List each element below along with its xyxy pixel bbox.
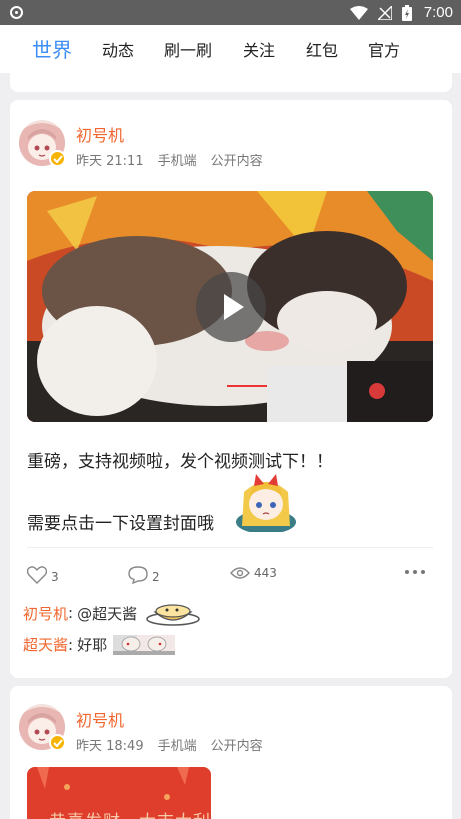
comment-text: @超天酱 bbox=[77, 604, 138, 623]
avatar[interactable] bbox=[19, 704, 66, 751]
views-indicator: 443 bbox=[230, 566, 277, 580]
heart-icon bbox=[27, 566, 47, 584]
post-image-text: 恭喜发财，大吉大利 bbox=[49, 807, 211, 819]
like-count: 3 bbox=[51, 570, 59, 584]
tab-world[interactable]: 世界 bbox=[32, 34, 72, 63]
emoji-sticker-image bbox=[113, 634, 176, 655]
post-visibility: 公开内容 bbox=[210, 739, 263, 754]
comment-text: 好耶 bbox=[77, 636, 108, 654]
tab-dynamics[interactable]: 动态 bbox=[102, 37, 134, 61]
play-icon[interactable] bbox=[196, 272, 266, 342]
comment-item[interactable]: 初号机 : @超天酱 bbox=[23, 600, 201, 626]
comment-bubble-icon bbox=[128, 566, 148, 584]
post-text-line-2: 需要点击一下设置封面哦 bbox=[27, 514, 214, 534]
post-card[interactable]: 初号机 昨天 21:11 手机端 公开内容 重磅，支持视频啦，发个视频测试下！！… bbox=[10, 100, 452, 678]
status-time: 7:00 bbox=[423, 4, 453, 21]
wifi-icon bbox=[349, 5, 368, 20]
post-time: 昨天 18:49 bbox=[76, 739, 144, 754]
comment-separator: : bbox=[68, 604, 74, 622]
post-device: 手机端 bbox=[157, 154, 197, 169]
anime-sticker-image bbox=[234, 468, 298, 534]
bowl-sticker-image bbox=[145, 600, 201, 626]
tab-follow[interactable]: 关注 bbox=[243, 37, 275, 61]
post-card[interactable]: 初号机 昨天 18:49 手机端 公开内容 恭喜发财，大吉大利 bbox=[10, 686, 452, 819]
post-image[interactable]: 恭喜发财，大吉大利 bbox=[27, 767, 211, 819]
post-meta: 昨天 21:11 手机端 公开内容 bbox=[76, 150, 263, 169]
comment-author[interactable]: 超天酱 bbox=[23, 634, 68, 655]
comment-count: 2 bbox=[152, 570, 160, 584]
eye-icon bbox=[230, 567, 250, 579]
author-name[interactable]: 初号机 bbox=[76, 122, 124, 146]
more-dots-icon[interactable] bbox=[405, 570, 425, 574]
status-icons: 7:00 bbox=[349, 3, 453, 22]
post-time: 昨天 21:11 bbox=[76, 154, 144, 169]
view-count: 443 bbox=[254, 566, 277, 580]
avatar[interactable] bbox=[19, 120, 66, 167]
tab-red-packet[interactable]: 红包 bbox=[306, 37, 338, 61]
post-visibility: 公开内容 bbox=[210, 154, 263, 169]
verified-badge-icon bbox=[49, 734, 66, 751]
battery-icon bbox=[401, 4, 412, 21]
verified-badge-icon bbox=[49, 150, 66, 167]
status-bar: 7:00 bbox=[0, 0, 461, 25]
comment-author[interactable]: 初号机 bbox=[23, 603, 68, 624]
author-name[interactable]: 初号机 bbox=[76, 707, 124, 731]
comment-button[interactable]: 2 bbox=[128, 566, 160, 584]
tab-official[interactable]: 官方 bbox=[368, 37, 400, 61]
comment-separator: : bbox=[68, 635, 74, 654]
tab-refresh[interactable]: 刷一刷 bbox=[164, 37, 212, 61]
signal-icon bbox=[377, 5, 392, 20]
video-player[interactable] bbox=[27, 191, 433, 422]
app-notification-icon bbox=[10, 6, 23, 19]
divider bbox=[27, 547, 433, 548]
comment-item[interactable]: 超天酱 : 好耶 bbox=[23, 634, 176, 655]
previous-post-card bbox=[10, 64, 452, 92]
post-device: 手机端 bbox=[157, 739, 197, 754]
like-button[interactable]: 3 bbox=[27, 566, 59, 584]
post-meta: 昨天 18:49 手机端 公开内容 bbox=[76, 735, 263, 754]
